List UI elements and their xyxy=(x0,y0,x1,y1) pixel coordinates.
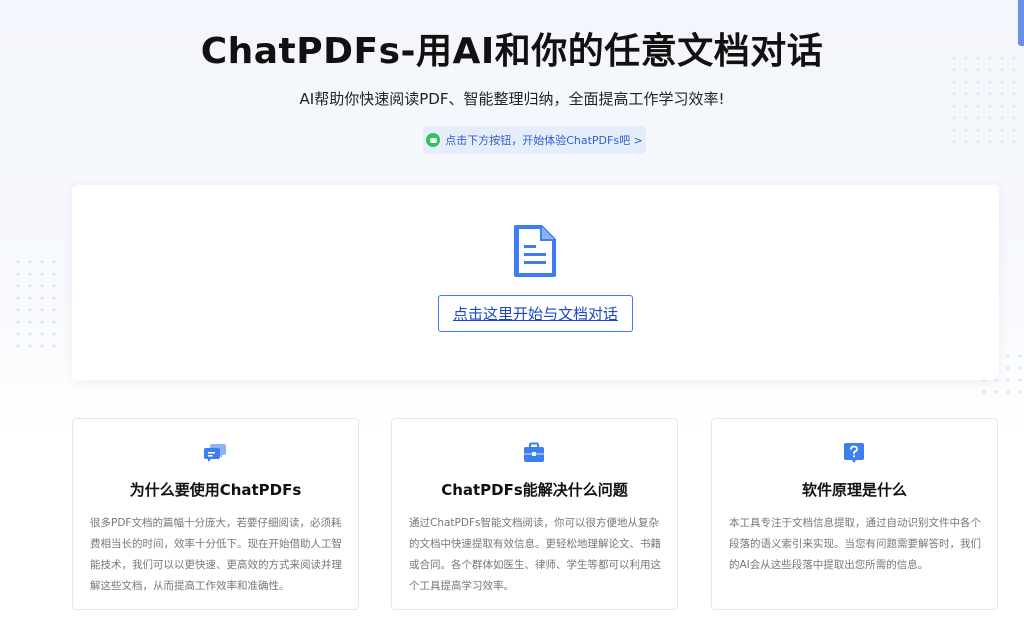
chat-bubble-icon xyxy=(426,133,441,147)
feature-card-principle: 软件原理是什么 本工具专注于文档信息提取，通过自动识别文件中各个段落的语义索引来… xyxy=(711,418,998,610)
feature-description: 通过ChatPDFs智能文档阅读，你可以很方便地从复杂的文档中快速提取有效信息。… xyxy=(409,517,661,592)
feature-description: 很多PDF文档的篇幅十分庞大，若要仔细阅读，必须耗费相当长的时间，效率十分低下。… xyxy=(90,517,342,592)
question-icon xyxy=(844,443,864,463)
feature-title: ChatPDFs能解决什么问题 xyxy=(441,481,628,499)
page-subtitle: AI帮助你快速阅读PDF、智能整理归纳，全面提高工作学习效率! xyxy=(299,90,725,108)
feature-card-why: 为什么要使用ChatPDFs 很多PDF文档的篇幅十分庞大，若要仔细阅读，必须耗… xyxy=(72,418,359,610)
tip-text: 点击下方按钮，开始体验ChatPDFs吧 > xyxy=(445,134,643,147)
briefcase-icon xyxy=(524,442,544,462)
feature-card-solve: ChatPDFs能解决什么问题 通过ChatPDFs智能文档阅读，你可以很方便地… xyxy=(391,418,678,610)
chat-bubbles-icon xyxy=(204,444,226,462)
tip-banner[interactable]: 点击下方按钮，开始体验ChatPDFs吧 > xyxy=(423,126,646,154)
decorative-dots xyxy=(12,256,62,356)
start-chat-button[interactable]: 点击这里开始与文档对话 xyxy=(438,295,633,332)
feature-title: 为什么要使用ChatPDFs xyxy=(129,481,302,499)
upload-card: 点击这里开始与文档对话 xyxy=(72,185,999,380)
document-icon xyxy=(514,225,556,277)
page-title: ChatPDFs-用AI和你的任意文档对话 xyxy=(200,31,824,72)
feature-title: 软件原理是什么 xyxy=(801,481,907,499)
feature-description: 本工具专注于文档信息提取，通过自动识别文件中各个段落的语义索引来实现。当您有问题… xyxy=(729,517,981,571)
